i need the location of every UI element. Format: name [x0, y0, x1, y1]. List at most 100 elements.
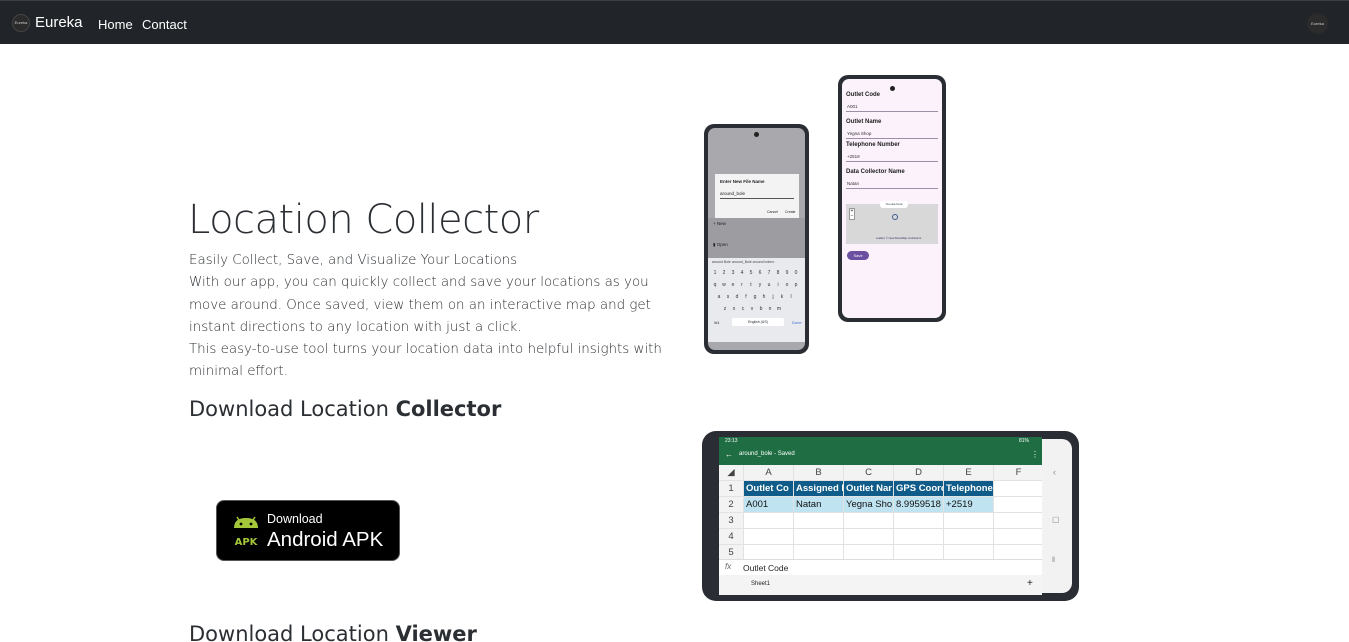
dialog-input[interactable]: around_bole — [720, 191, 745, 196]
row-header[interactable]: 1 — [719, 481, 744, 497]
keyboard-key[interactable]: b — [758, 306, 764, 312]
column-header[interactable]: A — [744, 465, 794, 481]
menu-item-new[interactable]: + New — [713, 221, 726, 226]
outlet-code-field[interactable]: A001 — [847, 104, 858, 109]
keyboard-key[interactable]: c — [740, 306, 746, 312]
keyboard-key[interactable]: 1 — [712, 270, 718, 276]
brand-logo[interactable]: Eureka — [12, 14, 30, 32]
table-header-cell[interactable]: GPS Coorc — [894, 481, 944, 497]
keyboard-key[interactable]: s — [725, 294, 731, 300]
keyboard-key[interactable]: m — [776, 306, 782, 312]
column-header[interactable]: C — [844, 465, 894, 481]
table-header-cell[interactable]: Outlet Nar — [844, 481, 894, 497]
column-header[interactable]: D — [894, 465, 944, 481]
keyboard-key[interactable]: j — [770, 294, 776, 300]
keyboard-key[interactable]: g — [752, 294, 758, 300]
outlet-name-field[interactable]: Yegna Shop — [847, 131, 871, 136]
keyboard-key[interactable]: v — [749, 306, 755, 312]
map-attribution[interactable]: Leaflet | © OpenStreetMap contributors — [876, 237, 921, 240]
table-cell[interactable] — [794, 529, 844, 545]
keyboard-key[interactable]: t — [748, 282, 754, 288]
keyboard-key[interactable]: w — [721, 282, 727, 288]
keyboard-key[interactable]: a — [716, 294, 722, 300]
map-zoom-controls[interactable]: + − — [849, 208, 855, 220]
column-header[interactable]: F — [994, 465, 1042, 481]
location-marker-icon[interactable] — [892, 214, 898, 220]
table-cell[interactable]: A001 — [744, 497, 794, 513]
keyboard-key[interactable]: x — [731, 306, 737, 312]
nav-link-home[interactable]: Home — [98, 17, 133, 32]
row-header[interactable]: 3 — [719, 513, 744, 529]
table-cell[interactable] — [944, 513, 994, 529]
table-cell[interactable] — [744, 529, 794, 545]
keyboard-key[interactable]: 8 — [775, 270, 781, 276]
dialog-create-button[interactable]: Create — [785, 210, 796, 214]
back-arrow-icon[interactable]: ← — [725, 450, 733, 459]
avatar[interactable]: Eureka — [1307, 13, 1328, 34]
keyboard-key[interactable]: f — [743, 294, 749, 300]
nav-link-contact[interactable]: Contact — [142, 17, 187, 32]
keyboard-key[interactable]: 9 — [784, 270, 790, 276]
keyboard-key[interactable]: o — [784, 282, 790, 288]
keyboard-key[interactable]: k — [779, 294, 785, 300]
table-header-cell[interactable]: Assigned D — [794, 481, 844, 497]
formula-bar[interactable]: fx Outlet Code — [719, 559, 1042, 575]
keyboard-key[interactable]: 6 — [757, 270, 763, 276]
location-map[interactable]: + − You are here Leaflet | © OpenStreetMa… — [846, 201, 938, 244]
brand-name[interactable]: Eureka — [35, 14, 83, 31]
keyboard-key[interactable]: l — [788, 294, 794, 300]
table-header-cell[interactable]: Outlet Co — [744, 481, 794, 497]
table-cell[interactable] — [994, 481, 1042, 497]
keyboard-key[interactable]: i — [775, 282, 781, 288]
nav-home-icon[interactable]: ▢ — [1052, 515, 1060, 524]
table-cell[interactable] — [894, 529, 944, 545]
keyboard-key[interactable]: y — [757, 282, 763, 288]
table-cell[interactable] — [994, 497, 1042, 513]
keyboard-key[interactable]: e — [730, 282, 736, 288]
keyboard-key[interactable]: p — [793, 282, 799, 288]
row-header[interactable]: 4 — [719, 529, 744, 545]
nav-back-icon[interactable]: ‹ — [1053, 467, 1056, 477]
table-cell[interactable]: +2519 — [944, 497, 994, 513]
data-collector-field[interactable]: Natan — [847, 181, 859, 186]
keyboard-key[interactable]: d — [734, 294, 740, 300]
menu-item-open[interactable]: ▮ Open — [713, 242, 728, 248]
keyboard-key[interactable]: z — [722, 306, 728, 312]
table-cell[interactable]: Yegna Sho — [844, 497, 894, 513]
symbols-key[interactable]: !#1 — [714, 320, 720, 325]
telephone-field[interactable]: +2519 — [847, 154, 860, 159]
download-apk-button[interactable]: APK Download Android APK — [216, 500, 400, 561]
select-all-corner[interactable]: ◢ — [719, 465, 744, 481]
table-cell[interactable] — [894, 513, 944, 529]
table-cell[interactable] — [994, 513, 1042, 529]
keyboard-key[interactable]: r — [739, 282, 745, 288]
done-key[interactable]: Done — [792, 320, 802, 325]
keyboard-key[interactable]: 2 — [721, 270, 727, 276]
table-header-cell[interactable]: Telephone — [944, 481, 994, 497]
table-cell[interactable] — [844, 513, 894, 529]
sheet-tab[interactable]: Sheet1 — [751, 581, 770, 587]
keyboard-key[interactable]: 7 — [766, 270, 772, 276]
more-options-icon[interactable]: ⋮ — [1031, 450, 1039, 459]
nav-recents-icon[interactable]: ⦀ — [1052, 557, 1055, 565]
add-sheet-button[interactable]: + — [1027, 578, 1033, 589]
spreadsheet-grid[interactable]: ◢ A B C D E F 1 2 3 4 5 Outlet Co Assigned D Outlet Na… — [719, 465, 1042, 561]
keyboard-key[interactable]: n — [767, 306, 773, 312]
keyboard-key[interactable]: 0 — [793, 270, 799, 276]
spacebar[interactable]: English (US) — [732, 318, 784, 326]
keyboard-key[interactable]: q — [712, 282, 718, 288]
keyboard-key[interactable]: u — [766, 282, 772, 288]
table-cell[interactable]: Natan — [794, 497, 844, 513]
table-cell[interactable] — [994, 529, 1042, 545]
table-cell[interactable] — [794, 513, 844, 529]
keyboard-key[interactable]: 5 — [748, 270, 754, 276]
table-cell[interactable] — [744, 513, 794, 529]
table-cell[interactable] — [944, 529, 994, 545]
save-button[interactable]: Save — [847, 251, 869, 260]
column-header[interactable]: E — [944, 465, 994, 481]
column-header[interactable]: B — [794, 465, 844, 481]
table-cell[interactable] — [844, 529, 894, 545]
keyboard-key[interactable]: 4 — [739, 270, 745, 276]
dialog-cancel-button[interactable]: Cancel — [767, 210, 778, 214]
keyboard-key[interactable]: 3 — [730, 270, 736, 276]
